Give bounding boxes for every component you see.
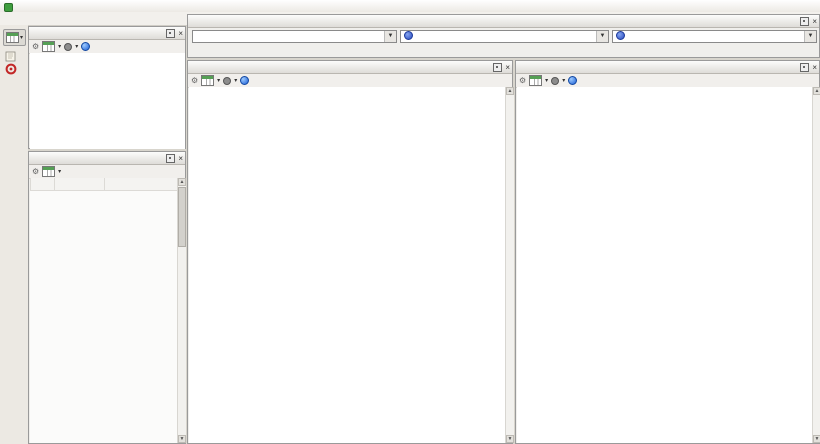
scroll-up-arrow[interactable]: ▲ [178,178,186,186]
view-icon[interactable] [551,77,559,85]
gear-icon[interactable]: ⚙ [32,167,39,177]
view-icon[interactable] [223,77,231,85]
scroll-up-arrow[interactable]: ▲ [813,87,820,95]
button-navigator-panel: × ▼ ▼ ▼ [187,14,820,58]
cancel-record-icon [5,63,17,75]
fields-table-area [30,178,177,443]
chevron-down-icon[interactable]: ▼ [804,31,816,42]
chevron-down-icon[interactable]: ▾ [217,77,220,84]
molecule-structure [30,53,185,149]
fields-scrollbar[interactable]: ▲ ▼ [177,178,186,443]
molecule-icon [404,31,413,40]
fields-toolbar: ⚙ ▾ [29,165,185,179]
open-record-button[interactable] [5,49,19,60]
table-view-icon [6,32,19,43]
scroll-down-arrow[interactable]: ▼ [506,435,514,443]
molecule-canvas[interactable] [30,53,185,149]
mass-charts [517,87,812,443]
view-icon[interactable] [64,43,72,51]
close-icon[interactable]: × [178,155,183,162]
mass-canvas[interactable] [517,87,812,443]
mass-scrollbar[interactable]: ▲ ▼ [812,87,820,443]
nmr-preview-panel: × ⚙ ▾ ▾ ▲ ▼ [187,60,513,444]
mass-toolbar: ⚙ ▾ ▾ [516,74,819,88]
pin-icon[interactable] [166,29,175,38]
close-icon[interactable]: × [505,64,510,71]
left-toolbar: ▾ [0,25,28,444]
mass-preview-panel: × ⚙ ▾ ▾ ▲ ▼ [515,60,820,444]
info-icon[interactable] [240,76,249,85]
pin-icon[interactable] [800,17,809,26]
cancel-record-button[interactable] [5,62,17,74]
chevron-down-icon[interactable]: ▾ [562,77,565,84]
content-column-header[interactable] [105,178,178,191]
fields-panel: × ⚙ ▾ ▲ ▼ [28,151,186,444]
close-button[interactable] [806,0,819,11]
table-view-button[interactable]: ▾ [3,29,26,46]
pin-icon[interactable] [493,63,502,72]
close-icon[interactable]: × [178,30,183,37]
close-icon[interactable]: × [812,64,817,71]
scroll-down-arrow[interactable]: ▼ [178,435,186,443]
app-icon [4,3,13,12]
pin-icon[interactable] [166,154,175,163]
nmr-toolbar: ⚙ ▾ ▾ [188,74,512,88]
chevron-down-icon[interactable]: ▾ [75,43,78,50]
scroll-up-arrow[interactable]: ▲ [506,87,514,95]
close-icon[interactable]: × [812,18,817,25]
chevron-down-icon[interactable]: ▼ [596,31,608,42]
menu-view[interactable] [14,18,26,19]
gear-icon[interactable]: ⚙ [32,42,39,52]
molecule-select[interactable]: ▼ [612,30,817,43]
pin-icon[interactable] [800,63,809,72]
nmr-scrollbar[interactable]: ▲ ▼ [505,87,514,443]
molecule-toolbar: ⚙ ▾ ▾ [29,40,185,54]
chevron-down-icon[interactable]: ▾ [545,77,548,84]
table-icon[interactable] [42,41,55,52]
menu-file[interactable] [0,18,12,19]
chevron-down-icon[interactable]: ▾ [58,43,61,50]
nmr-spectrum [189,87,505,443]
scroll-thumb[interactable] [178,187,186,247]
nmr-canvas[interactable] [189,87,505,443]
scroll-down-arrow[interactable]: ▼ [813,435,820,443]
molecule-icon [616,31,625,40]
minimize-button[interactable] [779,0,792,11]
chevron-down-icon[interactable]: ▾ [58,168,61,175]
gear-icon[interactable]: ⚙ [191,76,198,86]
gear-icon[interactable]: ⚙ [519,76,526,86]
maximize-button[interactable] [793,0,806,11]
table-icon[interactable] [529,75,542,86]
open-record-icon [5,51,19,62]
table-icon[interactable] [42,166,55,177]
id-column-header[interactable] [31,178,55,191]
info-icon[interactable] [81,42,90,51]
field-column-header[interactable] [55,178,105,191]
chevron-down-icon[interactable]: ▾ [234,77,237,84]
record-url-select[interactable]: ▼ [192,30,397,43]
item-type-select[interactable]: ▼ [400,30,609,43]
info-icon[interactable] [568,76,577,85]
chevron-down-icon: ▾ [20,34,23,41]
fields-table [30,178,177,191]
table-icon[interactable] [201,75,214,86]
chevron-down-icon[interactable]: ▼ [384,31,396,42]
molecule-preview-panel: × ⚙ ▾ ▾ [28,26,186,149]
menu-configure[interactable] [28,18,40,19]
